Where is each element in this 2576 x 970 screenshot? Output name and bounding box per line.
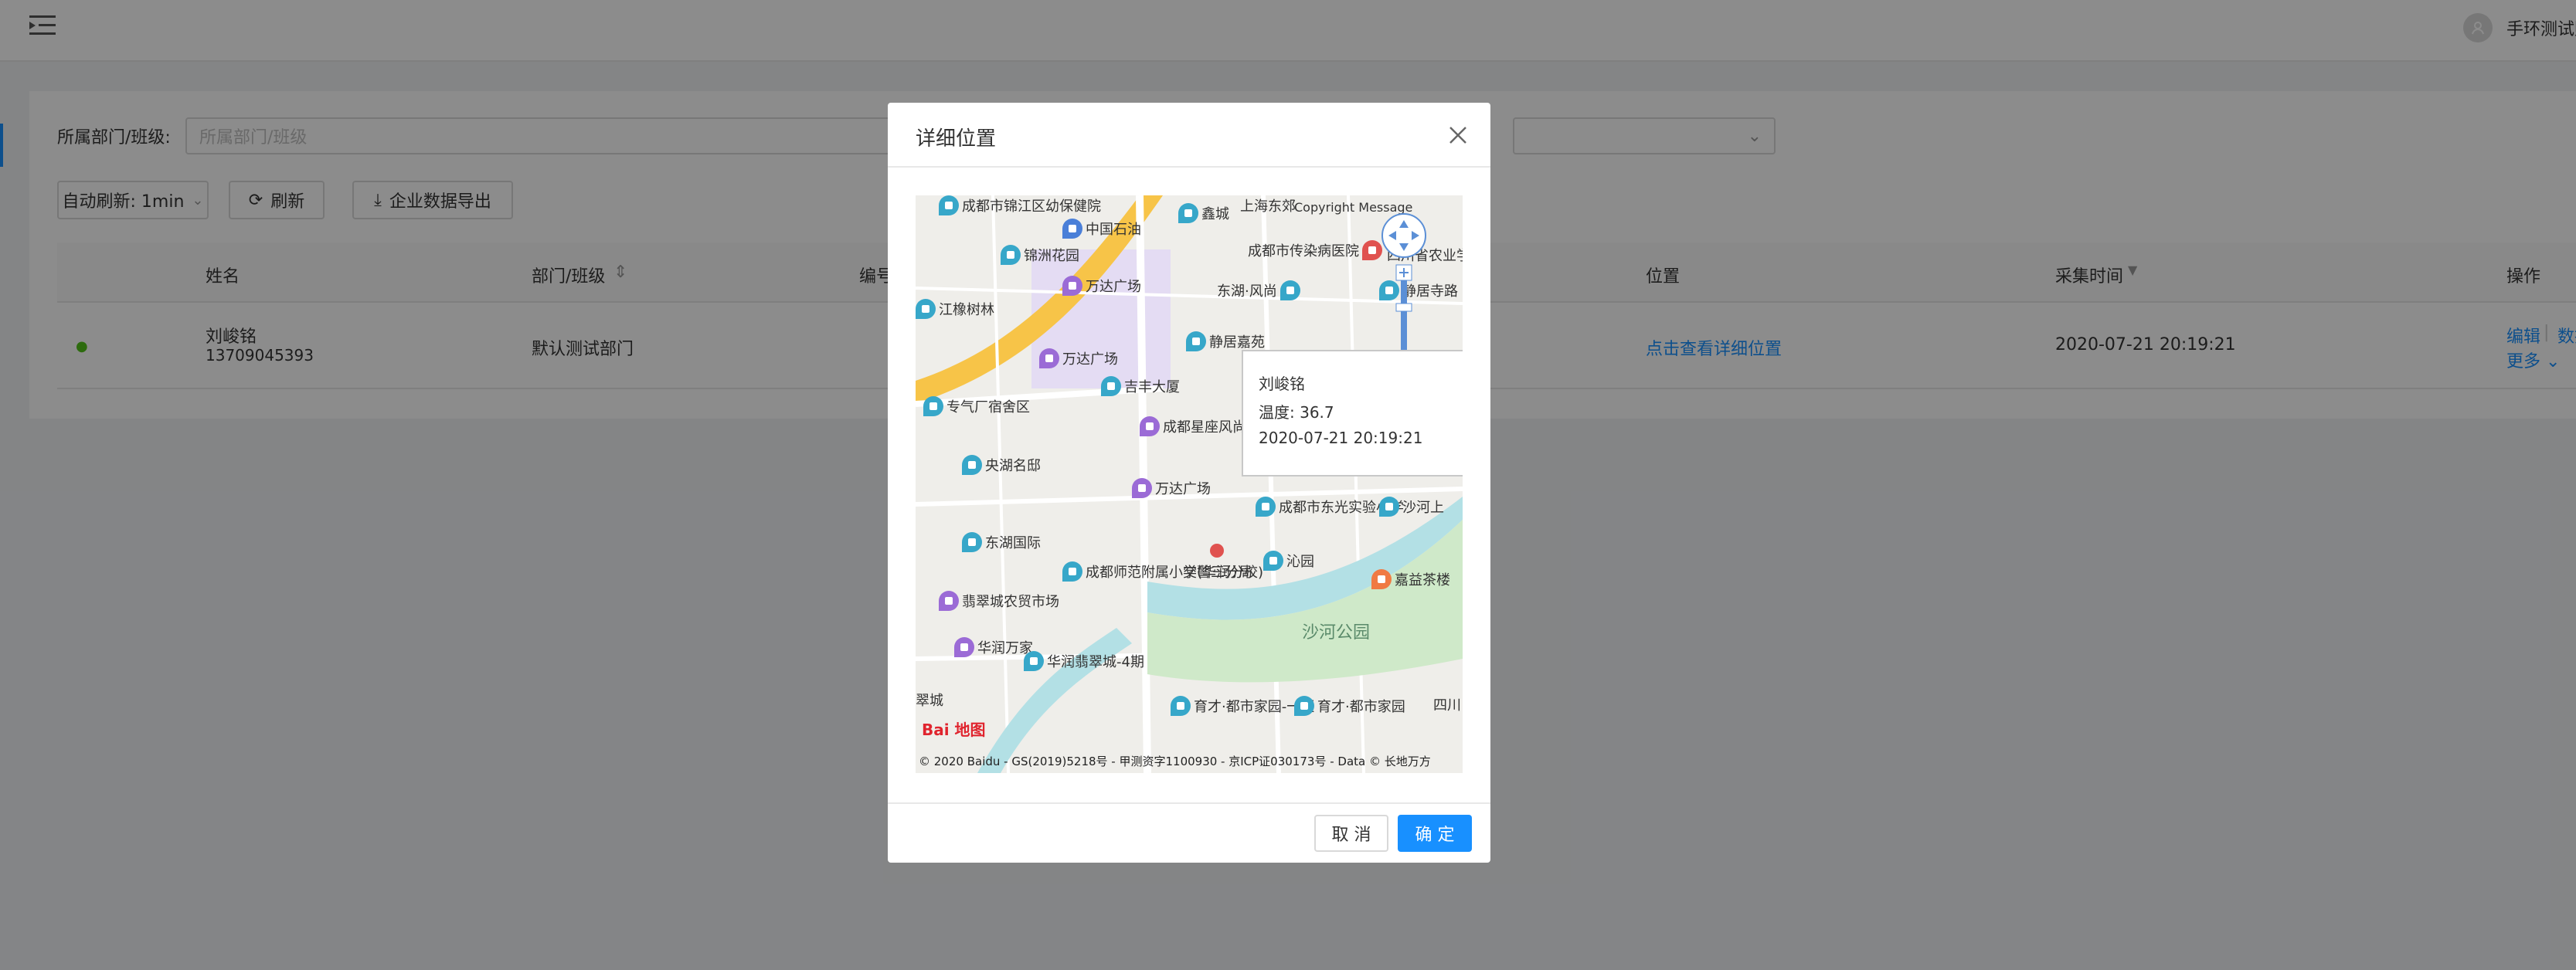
map-poi[interactable]: 央湖名邸	[962, 455, 1041, 475]
location-pin-icon	[1294, 696, 1314, 716]
map-view[interactable]: Copyright Message 成都市锦江区幼保健院 中国石油 锦洲花园 万…	[916, 195, 1463, 773]
map-poi-label: 鑫城	[1201, 206, 1229, 222]
info-name: 刘峻铭	[1259, 375, 1305, 393]
map-poi-label: 上海东郊	[1240, 198, 1296, 215]
map-poi-label: 万达广场	[1062, 351, 1118, 368]
map-poi[interactable]: 育才·都市家园-一区	[1171, 696, 1314, 716]
map-poi[interactable]: 锦洲花园	[1001, 245, 1079, 265]
modal-footer: 取 消 确 定	[888, 802, 1490, 863]
location-pin-icon	[1001, 245, 1021, 265]
location-pin-icon	[939, 195, 959, 215]
map-poi[interactable]: 鑫城	[1178, 203, 1229, 223]
map-poi[interactable]: 翡翠城农贸市场	[939, 591, 1059, 611]
map-poi[interactable]: 专气厂宿舍区	[923, 396, 1030, 416]
map-poi[interactable]: 嘉益茶楼	[1371, 569, 1450, 589]
location-pin-icon	[1256, 497, 1276, 517]
cancel-button[interactable]: 取 消	[1314, 815, 1388, 852]
map-poi-label: 嘉益茶楼	[1395, 572, 1450, 588]
map-poi[interactable]: 华润万家	[954, 637, 1033, 657]
location-pin-icon	[1379, 497, 1399, 517]
location-modal: 详细位置 Copyright Message 成都市锦江区幼保健院 中国石油 锦…	[888, 103, 1490, 863]
location-pin-icon	[1371, 569, 1392, 589]
location-pin-icon	[1186, 331, 1206, 351]
map-poi[interactable]: 交警三分局	[1183, 561, 1252, 582]
map-area-label: 沙河公园	[1302, 623, 1371, 643]
map-poi-label: 沁园	[1286, 554, 1314, 570]
map-poi-label: 华润翡翠城-4期	[1047, 654, 1144, 670]
map-poi[interactable]: 沙河上	[1379, 497, 1444, 517]
map-poi[interactable]: 静居嘉苑	[1186, 331, 1265, 351]
map-poi-label: 沙河上	[1402, 500, 1444, 516]
map-poi[interactable]: 万达广场	[1062, 276, 1141, 296]
map-poi-label: 东湖国际	[985, 535, 1041, 551]
info-time: 2020-07-21 20:19:21	[1259, 429, 1423, 447]
map-poi-label: 四川	[1433, 697, 1461, 714]
map-poi-label: 中国石油	[1086, 222, 1141, 238]
map-poi-label: 成都市锦江区幼保健院	[962, 198, 1101, 215]
map-poi[interactable]: 华润翡翠城-4期	[1024, 651, 1144, 671]
location-pin-icon	[1101, 376, 1121, 396]
location-pin-icon	[1263, 551, 1283, 571]
location-pin-icon	[923, 396, 943, 416]
location-pin-icon	[1062, 276, 1082, 296]
map-poi[interactable]: 成都市锦江区幼保健院	[939, 195, 1101, 215]
close-icon[interactable]	[1447, 124, 1469, 146]
location-pin-icon	[1132, 478, 1152, 498]
location-pin-icon	[1280, 280, 1300, 300]
map-poi-label: 万达广场	[1086, 279, 1141, 295]
map-poi-label: 翡翠城农贸市场	[962, 594, 1059, 610]
location-pin-icon	[1062, 561, 1082, 582]
location-pin-icon	[954, 637, 974, 657]
map-poi-label: 江橡树林	[939, 302, 994, 318]
map-poi-label: 交警三分局	[1183, 565, 1252, 581]
map-poi[interactable]: 万达广场	[1132, 478, 1211, 498]
location-pin-icon	[939, 591, 959, 611]
map-poi[interactable]: 东湖国际	[962, 532, 1041, 552]
map-poi-label: 翠城	[916, 693, 943, 709]
map-poi[interactable]: 成都市传染病医院	[1248, 240, 1382, 260]
location-pin-icon	[1140, 416, 1160, 436]
location-pin-icon	[1171, 696, 1191, 716]
map-poi-label: 成都市传染病医院	[1248, 243, 1359, 259]
map-poi[interactable]: 沁园	[1263, 551, 1314, 571]
modal-title: 详细位置	[916, 127, 997, 151]
modal-header: 详细位置	[888, 103, 1490, 168]
map-poi-label: 吉丰大厦	[1124, 379, 1180, 395]
location-pin-icon	[1024, 651, 1044, 671]
location-pin-icon	[1178, 203, 1198, 223]
map-info-window: 刘峻铭 温度: 36.7 2020-07-21 20:19:21	[1242, 350, 1463, 477]
map-poi-label: 锦洲花园	[1024, 248, 1079, 264]
map-poi[interactable]: 中国石油	[1062, 219, 1141, 239]
ok-button[interactable]: 确 定	[1398, 815, 1472, 852]
hospital-pin-icon	[1362, 240, 1382, 260]
map-poi[interactable]: 江橡树林	[916, 299, 994, 319]
map-poi-label: 东湖·风尚	[1217, 283, 1277, 300]
map-poi-label: 央湖名邸	[985, 458, 1041, 474]
location-pin-icon	[1039, 348, 1059, 368]
map-poi-label: 育才·都市家园	[1317, 699, 1405, 715]
map-poi[interactable]: 育才·都市家园	[1294, 696, 1405, 716]
map-poi[interactable]: 上海东郊	[1240, 195, 1296, 215]
baidu-map-logo: Bai 地图	[922, 721, 986, 739]
location-pin-icon	[962, 455, 982, 475]
info-temperature: 温度: 36.7	[1259, 403, 1334, 422]
map-poi-label: 静居嘉苑	[1209, 334, 1265, 351]
map-poi[interactable]: 四川	[1433, 694, 1461, 714]
map-poi-label: 专气厂宿舍区	[946, 399, 1030, 415]
map-poi[interactable]: 吉丰大厦	[1101, 376, 1180, 396]
map-poi-label: 万达广场	[1155, 481, 1211, 497]
location-pin-icon	[962, 532, 982, 552]
location-pin-icon	[916, 299, 936, 319]
map-poi[interactable]: 翠城	[916, 690, 943, 710]
map-copyright-bottom: © 2020 Baidu - GS(2019)5218号 - 甲测资字11009…	[919, 755, 1431, 768]
map-poi[interactable]: 万达广场	[1039, 348, 1118, 368]
location-pin-icon	[1062, 219, 1082, 239]
map-poi[interactable]: 东湖·风尚	[1217, 280, 1300, 300]
